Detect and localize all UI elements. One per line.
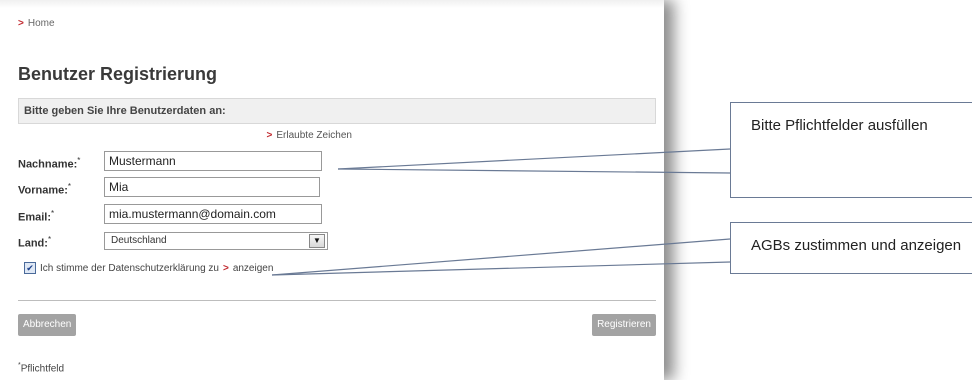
callout-required-text: Bitte Pflichtfelder ausfüllen [751, 117, 928, 134]
callout-line-terms-top [271, 238, 731, 276]
callout-line-required-top [337, 148, 731, 170]
callout-required-fields: Bitte Pflichtfelder ausfüllen [730, 102, 972, 198]
callout-line-required-bottom [337, 168, 731, 174]
callout-terms: AGBs zustimmen und anzeigen [730, 222, 972, 274]
callout-terms-text: AGBs zustimmen und anzeigen [751, 237, 962, 254]
callout-line-terms-bottom [271, 261, 731, 276]
